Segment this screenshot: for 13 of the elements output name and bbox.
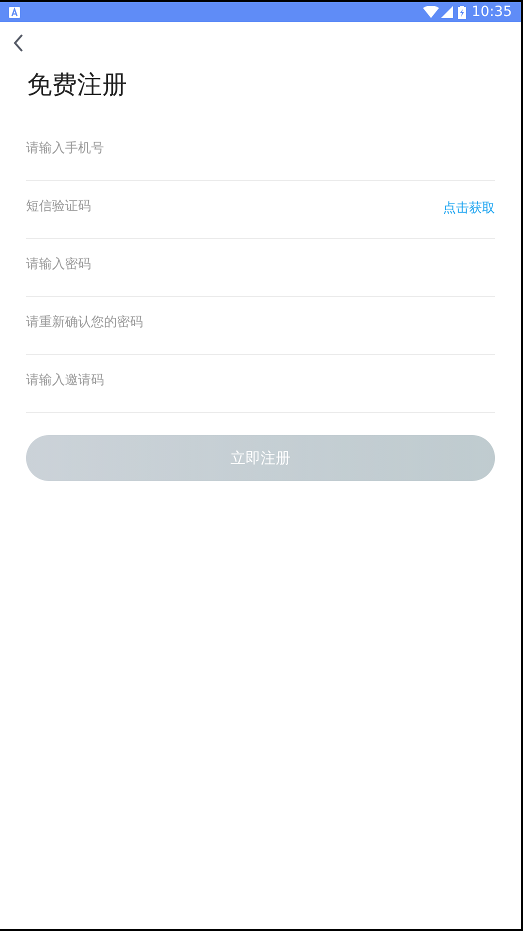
input-field[interactable]: 请输入手机号 [26, 123, 495, 180]
battery-icon [458, 6, 466, 18]
signal-icon [440, 6, 453, 18]
status-time: 10:35 [472, 2, 512, 22]
notification-icon [9, 6, 20, 18]
back-icon [12, 34, 24, 52]
input-field[interactable]: 请输入邀请码 [26, 355, 495, 412]
input-field[interactable]: 请输入密码 [26, 239, 495, 296]
page-title: 免费注册 [27, 69, 127, 101]
get-code-link[interactable]: 点击获取 [443, 190, 495, 228]
wifi-icon [422, 6, 439, 18]
input-field[interactable]: 请重新确认您的密码 [26, 297, 495, 354]
input-field[interactable]: 短信验证码 [26, 181, 443, 238]
